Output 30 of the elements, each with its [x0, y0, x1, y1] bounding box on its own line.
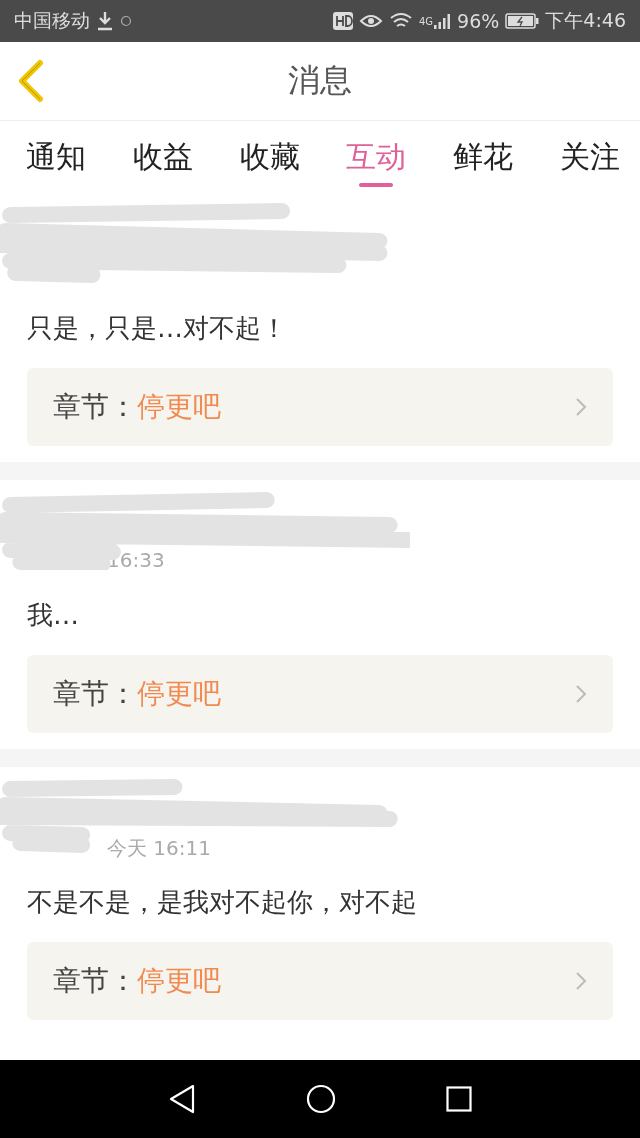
- hd-icon: [332, 12, 353, 30]
- battery-icon: [505, 12, 540, 30]
- wifi-icon: [388, 12, 413, 30]
- app-icon: [120, 15, 132, 27]
- chevron-right-icon: [575, 397, 587, 417]
- chevron-right-icon: [575, 971, 587, 991]
- tab[interactable]: 鲜花: [453, 121, 514, 193]
- tab[interactable]: 收益: [132, 121, 193, 193]
- carrier-name: 中国移动: [14, 8, 90, 33]
- chapter-card[interactable]: 章节：停更吧: [27, 942, 613, 1020]
- eye-icon: [358, 12, 383, 30]
- page-title: 消息: [288, 60, 352, 101]
- comment-text: 不是不是，是我对不起你，对不起: [27, 886, 418, 919]
- tab[interactable]: 关注: [560, 121, 620, 193]
- recents-nav-icon[interactable]: [446, 1086, 472, 1112]
- chevron-right-icon: [575, 684, 587, 704]
- back-nav-icon[interactable]: [168, 1084, 196, 1114]
- tab[interactable]: 收藏: [239, 121, 300, 193]
- comment-text: 只是，只是…对不起！: [27, 312, 288, 345]
- download-icon: [96, 11, 114, 31]
- home-nav-icon[interactable]: [306, 1084, 336, 1114]
- comment-text: 我…: [27, 599, 80, 632]
- clock: 下午4:46: [545, 8, 626, 33]
- signal-icon: [433, 12, 452, 30]
- battery-percent: 96%: [457, 10, 500, 32]
- chapter-card[interactable]: 章节：停更吧: [27, 368, 613, 446]
- tab[interactable]: 通知: [26, 121, 86, 193]
- network-type: 4G: [418, 16, 434, 27]
- chapter-card[interactable]: 章节：停更吧: [27, 655, 613, 733]
- timestamp: 今天 16:11: [107, 835, 211, 862]
